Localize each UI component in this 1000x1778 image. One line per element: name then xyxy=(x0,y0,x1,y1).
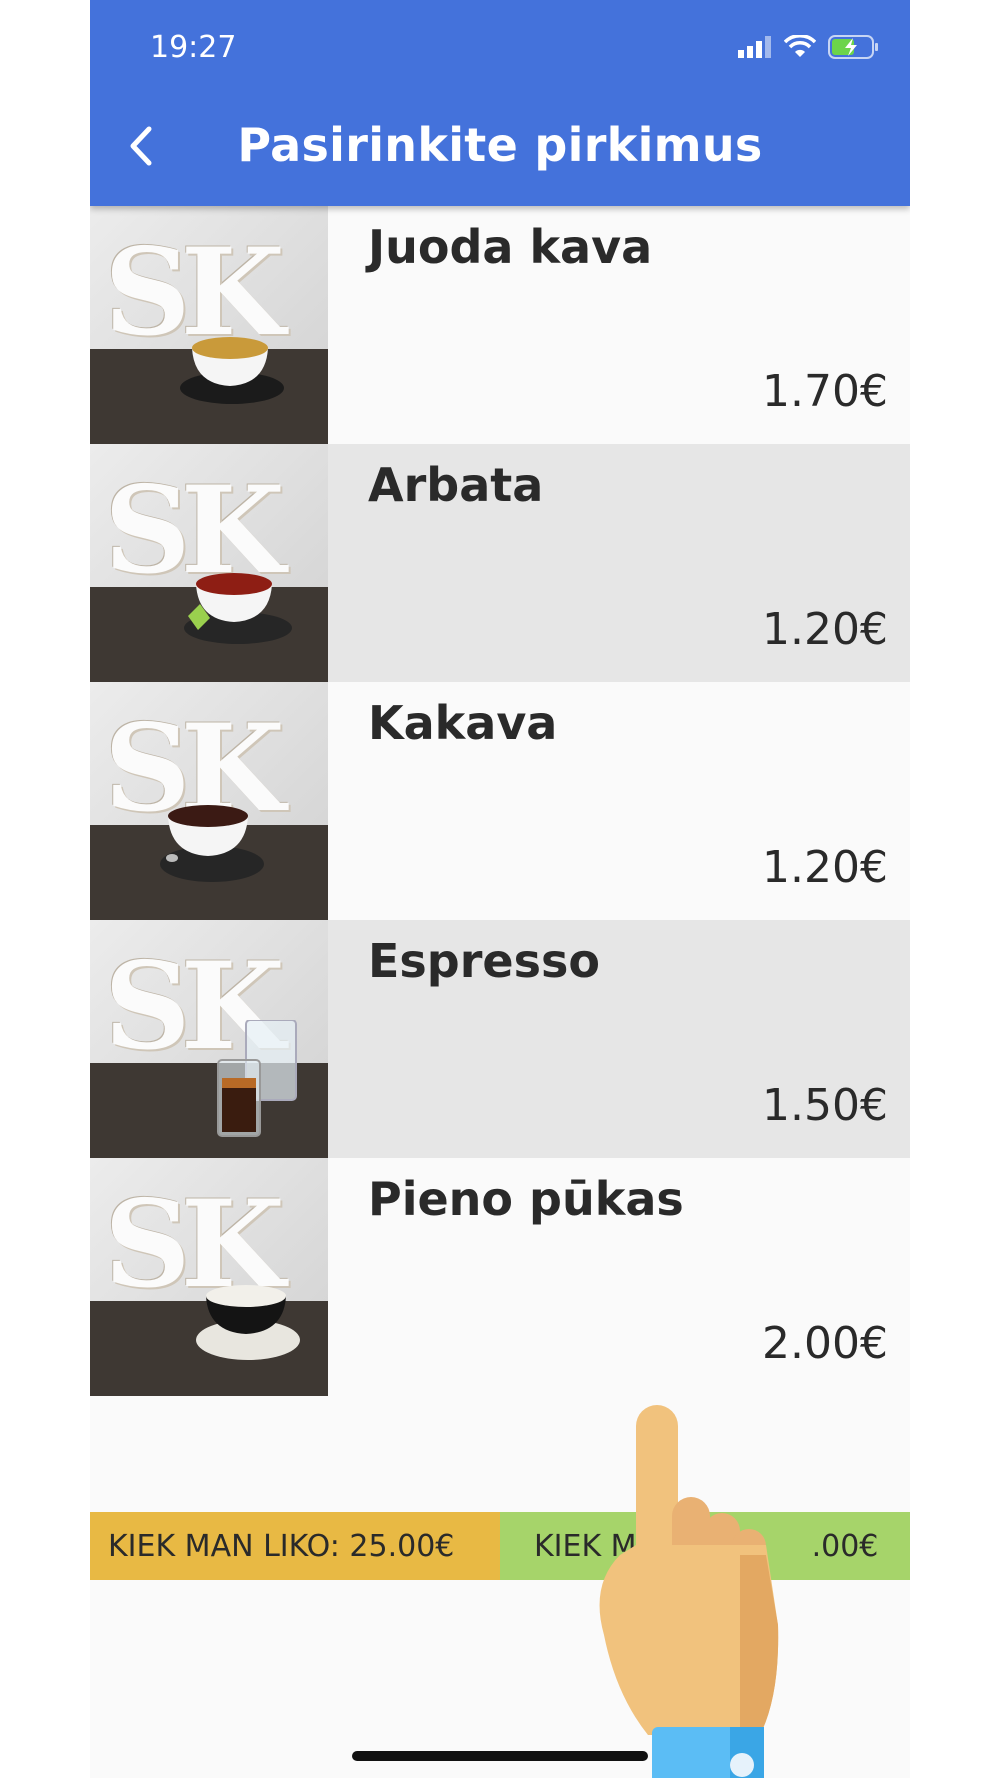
product-name: Pieno pūkas xyxy=(368,1172,684,1226)
product-row-kakava[interactable]: SK Kakava 1.20€ xyxy=(90,682,910,920)
coffee-cup-icon xyxy=(180,337,284,404)
product-row-pieno-pukas[interactable]: SK Pieno pūkas 2.00€ xyxy=(90,1158,910,1396)
app-bar: 19:27 Pasirinkite pirkimus xyxy=(90,0,910,206)
status-time: 19:27 xyxy=(150,30,237,65)
product-name: Juoda kava xyxy=(368,220,653,274)
product-name: Espresso xyxy=(368,934,600,988)
tea-cup-icon xyxy=(184,573,292,644)
product-row-arbata[interactable]: SK Arbata 1.20€ xyxy=(90,444,910,682)
battery-charging-icon xyxy=(828,35,878,59)
product-image: SK xyxy=(90,920,328,1158)
product-row-juoda-kava[interactable]: SK Juoda kava 1.70€ xyxy=(90,206,910,444)
product-image: SK xyxy=(90,682,328,920)
product-image: SK xyxy=(90,1158,328,1396)
product-price: 2.00€ xyxy=(762,1318,888,1369)
espresso-glass-icon xyxy=(217,1020,297,1137)
product-price: 1.20€ xyxy=(762,842,888,893)
product-name: Arbata xyxy=(368,458,544,512)
product-price: 1.50€ xyxy=(762,1080,888,1131)
status-icons xyxy=(738,34,880,60)
product-name: Kakava xyxy=(368,696,558,750)
product-list: SK Juoda kava 1.70€ SK Arbata 1.20€ SK K… xyxy=(90,206,910,1396)
product-image: SK xyxy=(90,444,328,682)
product-row-espresso[interactable]: SK Espresso 1.50€ xyxy=(90,920,910,1158)
latte-cup-icon xyxy=(196,1285,300,1360)
product-price: 1.20€ xyxy=(762,604,888,655)
product-image: SK xyxy=(90,206,328,444)
cocoa-cup-icon xyxy=(160,805,264,882)
signal-icon xyxy=(738,36,771,58)
wifi-icon xyxy=(784,35,816,57)
balance-right-end: .00€ xyxy=(811,1528,879,1564)
pointing-hand-icon xyxy=(599,1405,779,1778)
product-price: 1.70€ xyxy=(762,366,888,417)
balance-left: KIEK MAN LIKO: 25.00€ xyxy=(90,1512,500,1580)
page-title: Pasirinkite pirkimus xyxy=(237,118,763,172)
phone-screen: 19:27 Pasirinkite pirkimus SK Juoda kava… xyxy=(90,0,910,1778)
